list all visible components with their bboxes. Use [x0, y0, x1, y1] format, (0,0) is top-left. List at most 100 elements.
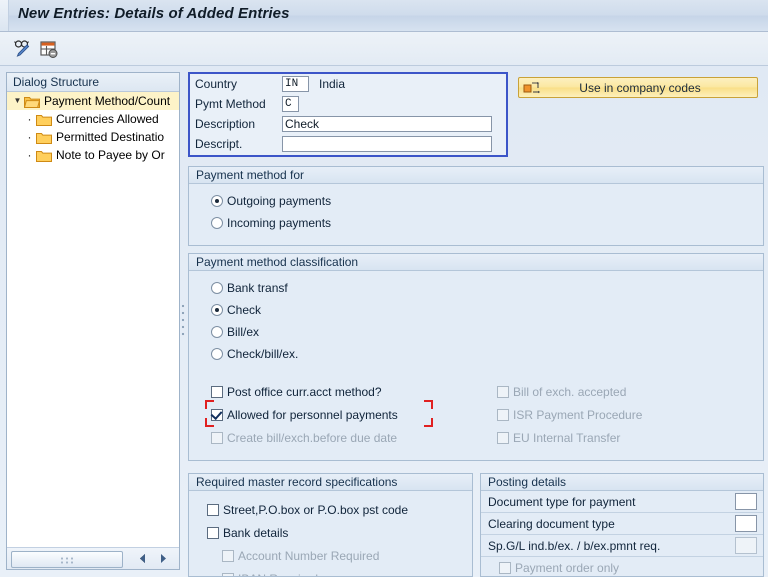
posting-details-title: Posting details	[481, 474, 763, 491]
radio-indicator-icon	[211, 326, 223, 338]
checkbox-eu-internal-transfer: EU Internal Transfer	[497, 426, 747, 449]
header-fields-group: Country India Pymt Method Description De…	[188, 72, 508, 157]
checkbox-indicator-icon	[207, 526, 219, 539]
sap-window: New Entries: Details of Added Entries Di…	[0, 0, 768, 577]
checkbox-allowed-for-personnel-payments[interactable]: Allowed for personnel payments	[211, 403, 461, 426]
tree-item-label: Note to Payee by Or	[56, 148, 165, 162]
radio-indicator-icon	[211, 282, 223, 294]
tree-bullet-icon: ·	[27, 130, 32, 144]
checkbox-street-po-box[interactable]: Street,P.O.box or P.O.box pst code	[207, 498, 472, 521]
posting-row-spgl-indicator: Sp.G/L ind.b/ex. / b/ex.pmnt req.	[481, 535, 763, 557]
description-input[interactable]	[282, 116, 492, 132]
checkbox-bill-of-exch-accepted: Bill of exch. accepted	[497, 380, 747, 403]
checkbox-bank-details[interactable]: Bank details	[207, 521, 472, 544]
folder-icon	[36, 149, 52, 162]
classification-left-checkboxes: Post office curr.acct method? Allowed fo…	[211, 380, 461, 449]
checkbox-label: Bank details	[223, 525, 289, 540]
checkbox-indicator-icon	[211, 431, 223, 444]
checkbox-isr-payment-procedure: ISR Payment Procedure	[497, 403, 747, 426]
folder-open-icon	[23, 95, 41, 108]
scrollbar-thumb[interactable]	[11, 551, 123, 568]
radio-incoming-payments[interactable]: Incoming payments	[211, 213, 763, 232]
tree-item-currencies-allowed[interactable]: · Currencies Allowed	[7, 110, 179, 128]
radio-bill-ex[interactable]: Bill/ex	[211, 321, 763, 343]
work-area: Country India Pymt Method Description De…	[188, 72, 764, 577]
tree-item-label: Permitted Destinatio	[56, 130, 165, 144]
tree-item-payment-method-country[interactable]: ▼ Payment Method/Count	[7, 92, 179, 110]
posting-details-rows: Document type for payment Clearing docum…	[481, 491, 763, 576]
posting-details-group: Posting details Document type for paymen…	[480, 473, 764, 577]
radio-indicator-icon	[211, 348, 223, 360]
application-toolbar	[0, 32, 768, 66]
tree-item-note-to-payee[interactable]: · Note to Payee by Or	[7, 146, 179, 164]
radio-label: Check/bill/ex.	[227, 347, 299, 361]
radio-label: Incoming payments	[227, 215, 332, 230]
radio-indicator-icon	[211, 194, 223, 207]
spgl-indicator-input	[735, 537, 757, 554]
checkbox-post-office-curr-acct[interactable]: Post office curr.acct method?	[211, 380, 461, 403]
scrollbar-grip	[60, 556, 74, 563]
checkbox-create-bill-exch-before-due-date: Create bill/exch.before due date	[211, 426, 461, 449]
radio-label: Check	[227, 303, 262, 317]
payment-method-label: Pymt Method	[195, 97, 266, 111]
dialog-structure-panel: Dialog Structure ▼ Payment Method/Count …	[6, 72, 180, 570]
checkbox-indicator-icon	[222, 572, 234, 576]
scroll-right-button[interactable]	[155, 551, 171, 566]
folder-icon	[36, 131, 52, 144]
country-row: Country India	[190, 74, 506, 94]
use-in-company-codes-label: Use in company codes	[579, 80, 701, 95]
tree-horizontal-scrollbar[interactable]	[7, 547, 179, 569]
tree-bullet-icon: ·	[27, 112, 32, 126]
checkbox-label: Post office curr.acct method?	[227, 384, 382, 399]
clearing-document-type-label: Clearing document type	[488, 516, 615, 531]
description-row: Description	[190, 114, 506, 134]
use-in-company-codes-icon	[523, 81, 541, 95]
payment-method-for-group: Payment method for Outgoing payments Inc…	[188, 166, 764, 246]
radio-check[interactable]: Check	[211, 299, 763, 321]
descript-row: Descript.	[190, 134, 506, 154]
window-title-bar: New Entries: Details of Added Entries	[0, 0, 768, 32]
posting-row-clearing-document-type: Clearing document type	[481, 513, 763, 535]
checkbox-iban-required: IBAN Required	[207, 567, 472, 576]
expand-collapse-icon[interactable]: ▼	[11, 92, 24, 110]
payment-method-for-title: Payment method for	[189, 167, 763, 184]
checkbox-indicator-icon	[497, 385, 509, 398]
payment-method-input[interactable]	[282, 96, 299, 112]
radio-check-bill-ex[interactable]: Check/bill/ex.	[211, 343, 763, 365]
description-label: Description	[195, 117, 256, 131]
use-in-company-codes-button[interactable]: Use in company codes	[518, 77, 758, 98]
radio-outgoing-payments[interactable]: Outgoing payments	[211, 191, 763, 210]
radio-indicator-icon	[211, 304, 223, 316]
tree-item-label: Currencies Allowed	[56, 112, 159, 126]
checkbox-label: Allowed for personnel payments	[227, 407, 398, 422]
checkbox-indicator-icon	[497, 408, 509, 421]
clearing-document-type-input[interactable]	[735, 515, 757, 532]
radio-bank-transf[interactable]: Bank transf	[211, 277, 763, 299]
spgl-indicator-label: Sp.G/L ind.b/ex. / b/ex.pmnt req.	[488, 538, 661, 553]
checkbox-indicator-icon	[499, 562, 511, 574]
checkbox-indicator-icon	[207, 503, 219, 516]
checkbox-indicator-icon	[211, 408, 223, 421]
delete-entry-icon[interactable]	[38, 38, 60, 60]
checkbox-account-number-required: Account Number Required	[207, 544, 472, 567]
checkbox-label: EU Internal Transfer	[513, 430, 621, 445]
checkbox-indicator-icon	[211, 385, 223, 398]
dialog-structure-tree[interactable]: ▼ Payment Method/Count · Currencies Allo…	[7, 92, 179, 547]
panel-splitter[interactable]	[180, 72, 186, 570]
master-record-checkboxes: Street,P.O.box or P.O.box pst code Bank …	[189, 491, 472, 576]
document-type-label: Document type for payment	[488, 494, 636, 509]
country-input[interactable]	[282, 76, 309, 92]
title-bar-edge	[0, 0, 9, 31]
tree-item-permitted-destination[interactable]: · Permitted Destinatio	[7, 128, 179, 146]
display-change-icon[interactable]	[12, 38, 34, 60]
payment-method-classification-group: Payment method classification Bank trans…	[188, 253, 764, 461]
descript-input[interactable]	[282, 136, 492, 152]
checkbox-label: Payment order only	[515, 561, 620, 575]
checkbox-label: ISR Payment Procedure	[513, 407, 643, 422]
checkbox-indicator-icon	[222, 549, 234, 562]
classification-title: Payment method classification	[189, 254, 763, 271]
scroll-left-button[interactable]	[135, 551, 151, 566]
master-record-title: Required master record specifications	[189, 474, 472, 491]
radio-indicator-icon	[211, 216, 223, 229]
document-type-input[interactable]	[735, 493, 757, 510]
